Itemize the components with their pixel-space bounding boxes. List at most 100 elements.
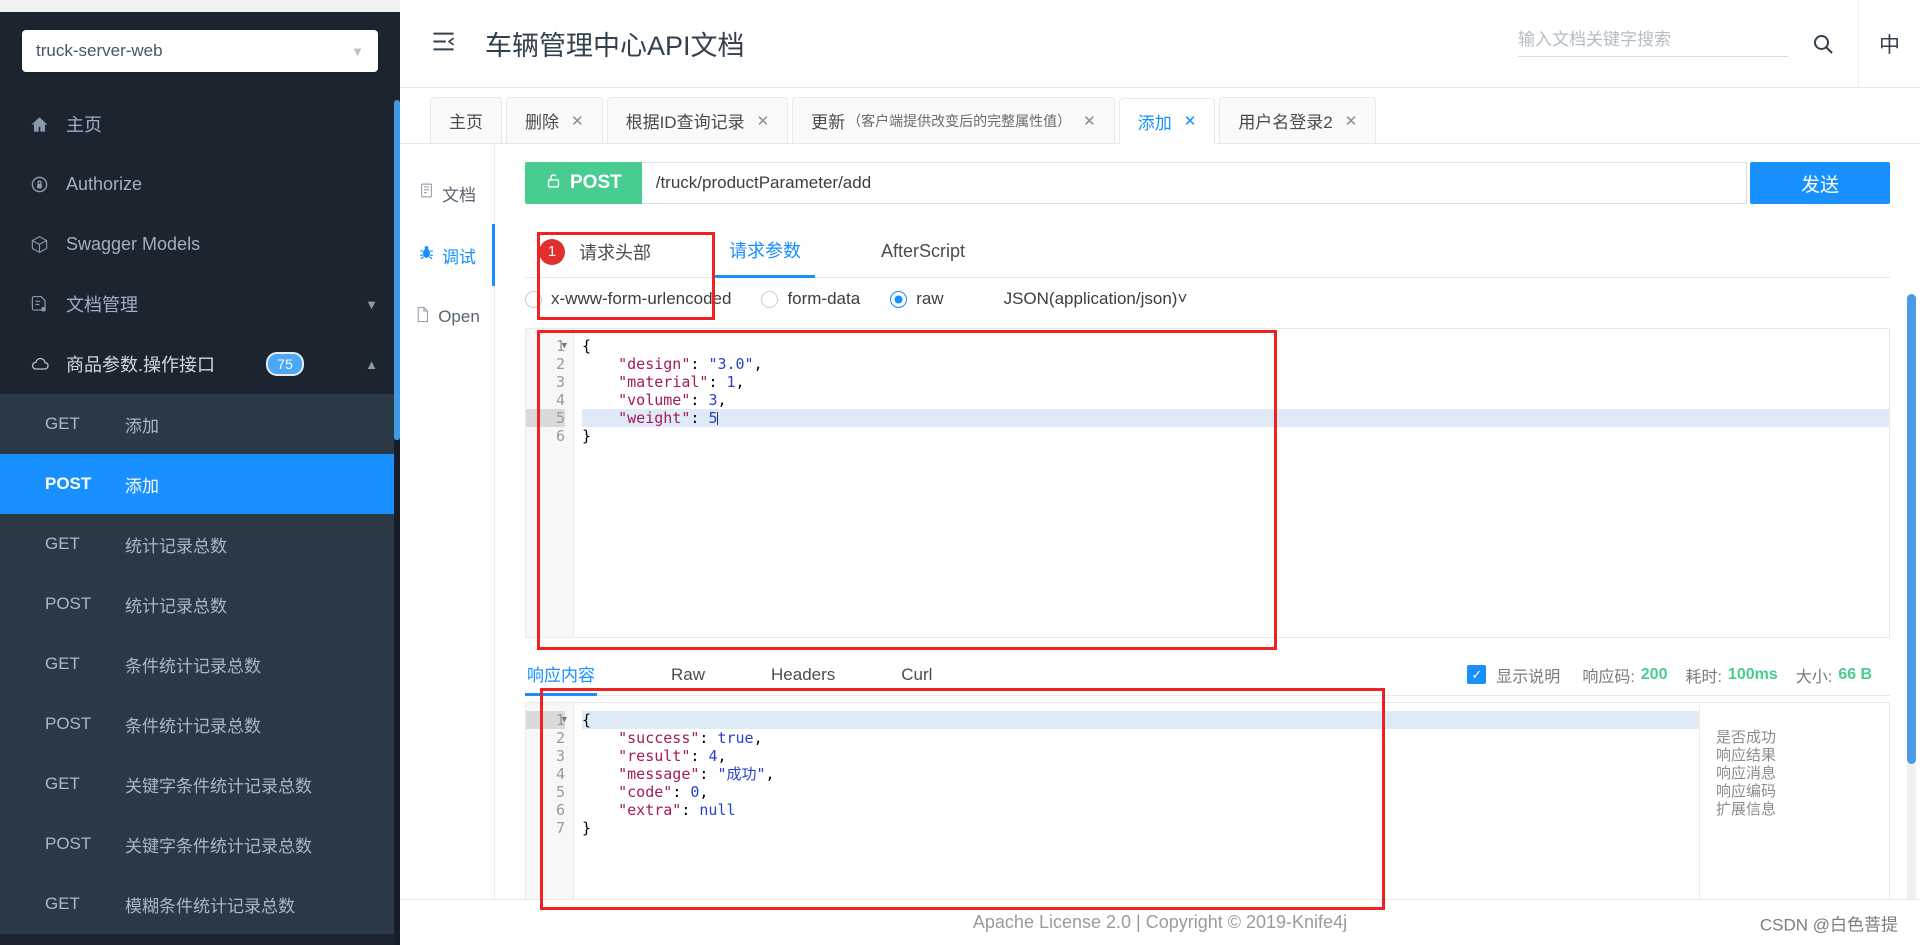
sidebar-api-item[interactable]: POST 统计记录总数 <box>0 574 400 634</box>
tab-query-by-id[interactable]: 根据ID查询记录 ✕ <box>606 97 789 143</box>
tab-response-headers[interactable]: Headers <box>769 654 837 696</box>
tab-label: AfterScript <box>881 241 966 261</box>
sidebar-group-label: 商品参数.操作接口 <box>66 355 216 375</box>
topbar: 车辆管理中心API文档 中 <box>400 0 1920 88</box>
sidebar-api-item[interactable]: GET 模糊条件统计记录总数 <box>0 874 400 934</box>
ln-text: 6 <box>555 427 565 445</box>
close-icon[interactable]: ✕ <box>1184 112 1197 130</box>
api-method: POST <box>45 474 92 493</box>
annotation-line: 是否成功 <box>1716 729 1777 746</box>
sidebar-api-item[interactable]: GET 关键字条件统计记录总数 <box>0 754 400 814</box>
tab-label: 用户名登录2 <box>1238 113 1333 132</box>
sidebar-item-document-management[interactable]: 文档管理 ▼ <box>0 274 400 334</box>
close-icon[interactable]: ✕ <box>757 112 770 130</box>
api-label: 关键字条件统计记录总数 <box>125 836 312 856</box>
send-button[interactable]: 发送 <box>1750 162 1890 204</box>
mode-sidebar: 文档 调试 Open <box>400 144 495 899</box>
topbar-right: 中 <box>1518 0 1920 88</box>
sidebar-api-item[interactable]: GET 添加 <box>0 394 400 454</box>
api-method: GET <box>45 534 80 553</box>
status-code-value: 200 <box>1640 665 1668 683</box>
response-body-editor[interactable]: ▼ 1 2 3 4 5 6 7 { "success": true, "resul <box>525 702 1890 899</box>
chevron-down-icon: ▼ <box>351 43 364 59</box>
sidebar-group-product-parameter[interactable]: 商品参数.操作接口 75 ▲ <box>0 334 400 394</box>
mode-debug[interactable]: 调试 <box>400 224 494 286</box>
fold-icon[interactable]: ▼ <box>562 337 567 355</box>
tab-response-curl[interactable]: Curl <box>899 654 934 696</box>
debug-content: POST /truck/productParameter/add 发送 1 请求… <box>495 144 1920 899</box>
sidebar-item-label: 文档管理 <box>66 295 138 315</box>
search-input[interactable] <box>1518 30 1788 50</box>
tab-response-body[interactable]: 响应内容 <box>525 654 597 696</box>
content-type-select[interactable]: JSON(application/json)˅ <box>1004 289 1188 309</box>
menu-fold-icon[interactable] <box>430 28 457 59</box>
sidebar-api-item[interactable]: POST 条件统计记录总数 <box>0 694 400 754</box>
ln-text: 4 <box>555 765 565 783</box>
tab-afterscript[interactable]: AfterScript <box>867 226 979 278</box>
tab-delete[interactable]: 删除 ✕ <box>506 97 603 143</box>
radio-label: raw <box>916 289 944 308</box>
line-number: 4 <box>526 765 565 783</box>
response-body-editor-wrap: ▼ 1 2 3 4 5 6 7 { "success": true, "resul <box>525 702 1890 899</box>
code-line: } <box>582 819 592 837</box>
tab-update[interactable]: 更新 （客户端提供改变后的完整属性值） ✕ <box>792 97 1115 143</box>
sidebar-item-home[interactable]: 主页 <box>0 94 400 154</box>
api-method: POST <box>45 714 92 733</box>
mode-open[interactable]: Open <box>400 286 494 348</box>
response-editor-gutter: ▼ 1 2 3 4 5 6 7 <box>526 703 574 899</box>
api-method: GET <box>45 774 80 793</box>
radio-form-data[interactable]: form-data <box>761 289 882 309</box>
request-body-editor-wrap: ▼ 1 2 3 4 5 6 { "design": "3.0", "materia… <box>525 328 1890 638</box>
tab-label: Headers <box>771 664 836 684</box>
language-toggle-button[interactable]: 中 <box>1858 0 1920 88</box>
code-line: "weight": 5 <box>582 409 1889 427</box>
search-box[interactable] <box>1518 30 1788 57</box>
tab-response-raw[interactable]: Raw <box>669 654 707 696</box>
api-label: 条件统计记录总数 <box>125 716 261 736</box>
close-icon[interactable]: ✕ <box>1345 112 1358 130</box>
close-icon[interactable]: ✕ <box>571 112 584 130</box>
close-icon[interactable]: ✕ <box>1083 112 1096 130</box>
page-scrollbar[interactable] <box>1907 294 1916 945</box>
request-url-input[interactable]: /truck/productParameter/add <box>641 162 1747 204</box>
tab-username-login-2[interactable]: 用户名登录2 ✕ <box>1219 97 1377 143</box>
page-scrollbar-thumb[interactable] <box>1907 294 1916 764</box>
ln-text: 5 <box>555 409 565 427</box>
sidebar-api-item[interactable]: POST 关键字条件统计记录总数 <box>0 814 400 874</box>
sidebar-item-label: 主页 <box>66 115 102 135</box>
line-number: 2 <box>526 729 565 747</box>
sidebar-api-item[interactable]: GET 条件统计记录总数 <box>0 634 400 694</box>
tab-add[interactable]: 添加 ✕ <box>1118 98 1216 144</box>
api-label: 统计记录总数 <box>125 536 227 556</box>
app-root: truck-server-web ▼ 主页 Authorize Swagger … <box>0 0 1920 945</box>
radio-x-www-form-urlencoded[interactable]: x-www-form-urlencoded <box>525 289 753 309</box>
page-title: 车辆管理中心API文档 <box>485 31 745 61</box>
tab-label: 添加 <box>1137 113 1172 133</box>
annotation-line: 响应消息 <box>1716 765 1777 782</box>
mode-document[interactable]: 文档 <box>400 162 494 224</box>
tab-home[interactable]: 主页 <box>430 97 502 143</box>
request-body-editor[interactable]: ▼ 1 2 3 4 5 6 { "design": "3.0", "materia… <box>525 328 1890 638</box>
code-line: { <box>582 337 592 355</box>
body-split: 文档 调试 Open POST /truck/productParameter/… <box>400 144 1920 945</box>
sidebar-item-swagger-models[interactable]: Swagger Models <box>0 214 400 274</box>
request-editor-code[interactable]: { "design": "3.0", "material": 1, "volum… <box>574 329 1889 637</box>
annotation-line: 响应结果 <box>1716 747 1777 764</box>
chevron-down-icon: ▼ <box>365 296 378 312</box>
service-select-value: truck-server-web <box>36 41 163 60</box>
tab-request-params[interactable]: 请求参数 <box>715 226 815 278</box>
api-method: POST <box>45 594 92 613</box>
sidebar-api-item-active[interactable]: POST 添加 <box>0 454 400 514</box>
search-icon[interactable] <box>1788 0 1858 88</box>
tab-label: 请求头部 <box>579 242 651 263</box>
show-description-label: 显示说明 <box>1496 668 1561 686</box>
tab-label: 根据ID查询记录 <box>625 113 745 132</box>
response-editor-code[interactable]: { "success": true, "result": 4, "message… <box>574 703 1699 899</box>
fold-icon[interactable]: ▼ <box>562 711 567 729</box>
service-select[interactable]: truck-server-web ▼ <box>22 30 378 72</box>
sidebar-api-item[interactable]: GET 统计记录总数 <box>0 514 400 574</box>
show-description-checkbox[interactable]: ✓ <box>1467 665 1487 684</box>
tab-request-headers[interactable]: 1 请求头部 <box>525 226 665 278</box>
sidebar-item-authorize[interactable]: Authorize <box>0 154 400 214</box>
radio-raw[interactable]: raw <box>890 289 965 309</box>
